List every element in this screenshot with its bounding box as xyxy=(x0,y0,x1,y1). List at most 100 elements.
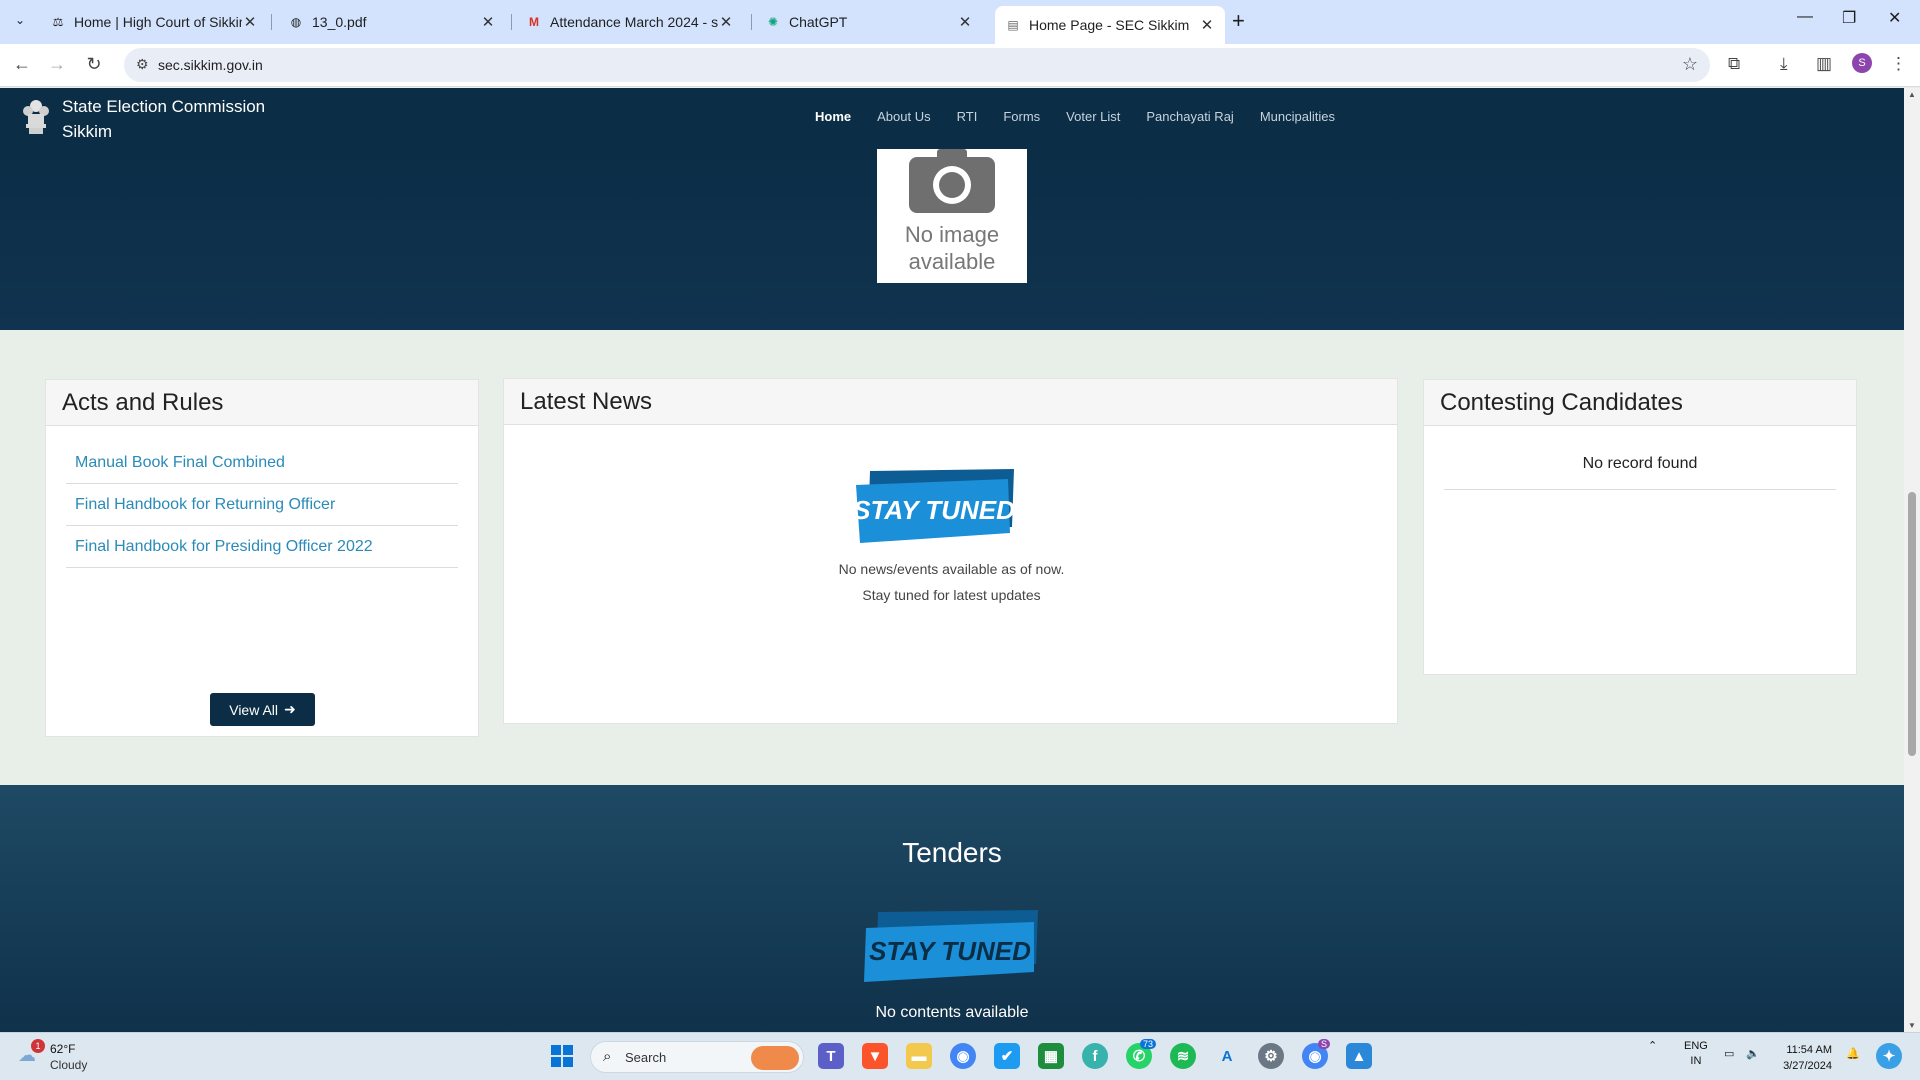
court-favicon-icon: ⚖ xyxy=(52,15,64,29)
app-icon[interactable]: f xyxy=(1082,1043,1108,1069)
weather-temp: 62°F xyxy=(50,1042,76,1056)
site-info-icon[interactable]: ⚙ xyxy=(136,56,149,73)
page-scrollbar[interactable]: ▲ ▼ xyxy=(1904,88,1920,1032)
page-favicon-icon: ▤ xyxy=(1007,18,1019,32)
chrome-icon[interactable]: ◉ xyxy=(950,1043,976,1069)
scroll-up-arrow-icon[interactable]: ▲ xyxy=(1908,90,1916,99)
tab-separator xyxy=(271,14,272,30)
windows-start-icon[interactable] xyxy=(549,1043,575,1069)
network-icon[interactable]: ▭ xyxy=(1724,1047,1734,1062)
tab-gmail[interactable]: M Attendance March 2024 - sagar ✕ xyxy=(516,6,744,38)
contesting-candidates-card: Contesting Candidates No record found xyxy=(1423,379,1857,675)
extensions-icon[interactable]: ⧉ xyxy=(1728,54,1740,74)
nav-voter-list[interactable]: Voter List xyxy=(1066,109,1120,124)
nav-panchayati-raj[interactable]: Panchayati Raj xyxy=(1146,109,1233,124)
tab-search-chevron-icon[interactable]: ⌄ xyxy=(8,8,32,32)
tab-sec-sikkim[interactable]: ▤ Home Page - SEC Sikkim ✕ xyxy=(995,6,1225,44)
profile-avatar[interactable]: S xyxy=(1852,53,1872,73)
site-header: State Election Commission Sikkim Home Ab… xyxy=(0,88,1904,149)
nav-home[interactable]: Home xyxy=(815,109,851,124)
scroll-down-arrow-icon[interactable]: ▼ xyxy=(1908,1021,1916,1030)
acts-list: Manual Book Final Combined Final Handboo… xyxy=(46,426,478,568)
acts-and-rules-card: Acts and Rules Manual Book Final Combine… xyxy=(45,379,479,737)
acts-heading: Acts and Rules xyxy=(46,380,478,426)
main-nav: Home About Us RTI Forms Voter List Panch… xyxy=(815,109,1361,124)
tab-pdf[interactable]: ◍ 13_0.pdf ✕ xyxy=(278,6,506,38)
browser-tab-strip: ⌄ ⚖ Home | High Court of Sikkim ✕ ◍ 13_0… xyxy=(0,0,1920,44)
volume-icon[interactable]: 🔈 xyxy=(1746,1047,1760,1062)
whatsapp-badge: 73 xyxy=(1140,1039,1157,1049)
camera-icon xyxy=(909,149,995,213)
sheets-icon[interactable]: ▦ xyxy=(1038,1043,1064,1069)
candidates-heading: Contesting Candidates xyxy=(1424,380,1856,426)
nav-about-us[interactable]: About Us xyxy=(877,109,930,124)
show-hidden-icons-chevron[interactable]: ⌃ xyxy=(1648,1039,1657,1054)
site-title[interactable]: State Election Commission Sikkim xyxy=(62,94,265,144)
minimize-icon[interactable]: — xyxy=(1797,8,1813,26)
close-tab-icon[interactable]: ✕ xyxy=(1199,16,1215,34)
nav-muncipalities[interactable]: Muncipalities xyxy=(1260,109,1335,124)
close-tab-icon[interactable]: ✕ xyxy=(718,13,734,31)
tab-separator xyxy=(511,14,512,30)
brave-icon[interactable]: ▼ xyxy=(862,1043,888,1069)
spotify-icon[interactable]: ≋ xyxy=(1170,1043,1196,1069)
no-record-text: No record found xyxy=(1444,446,1836,490)
weather-condition: Cloudy xyxy=(50,1058,88,1072)
close-window-icon[interactable]: ✕ xyxy=(1888,8,1901,28)
bookmark-star-icon[interactable]: ☆ xyxy=(1682,54,1698,75)
news-stay-tuned-message: Stay tuned for latest updates xyxy=(862,587,1041,603)
chatgpt-favicon-icon: ✺ xyxy=(767,15,779,29)
acts-link-presiding-officer[interactable]: Final Handbook for Presiding Officer 202… xyxy=(66,526,458,568)
app-store-icon[interactable]: A xyxy=(1214,1043,1240,1069)
close-tab-icon[interactable]: ✕ xyxy=(957,13,973,31)
latest-news-card: Latest News STAY TUNED No news/events av… xyxy=(503,378,1398,724)
photos-icon[interactable]: ▲ xyxy=(1346,1043,1372,1069)
stay-tuned-banner-icon: STAY TUNED xyxy=(856,469,1015,543)
file-explorer-icon[interactable]: ▬ xyxy=(906,1043,932,1069)
close-tab-icon[interactable]: ✕ xyxy=(242,13,258,31)
back-arrow-icon[interactable]: ← xyxy=(10,54,34,75)
close-tab-icon[interactable]: ✕ xyxy=(480,13,496,31)
system-clock[interactable]: 11:54 AM 3/27/2024 xyxy=(1770,1042,1832,1074)
address-bar[interactable]: ⚙ sec.sikkim.gov.in ☆ xyxy=(124,48,1710,82)
copilot-icon[interactable]: ✦ xyxy=(1876,1043,1902,1069)
tab-chatgpt[interactable]: ✺ ChatGPT ✕ xyxy=(755,6,983,38)
search-icon: ⌕ xyxy=(603,1048,612,1065)
nav-forms[interactable]: Forms xyxy=(1003,109,1040,124)
weather-badge: 1 xyxy=(31,1039,45,1053)
stay-tuned-banner-icon: STAY TUNED xyxy=(864,910,1038,982)
new-tab-button[interactable]: + xyxy=(1232,8,1245,34)
news-empty-message: No news/events available as of now. xyxy=(838,561,1065,577)
reload-icon[interactable]: ↻ xyxy=(82,54,106,75)
url-text[interactable]: sec.sikkim.gov.in xyxy=(158,57,263,73)
arrow-right-icon: ➜ xyxy=(284,701,296,717)
notification-bell-icon[interactable]: 🔔 xyxy=(1846,1047,1860,1062)
acts-link-returning-officer[interactable]: Final Handbook for Returning Officer xyxy=(66,484,458,526)
acts-link-manual-book[interactable]: Manual Book Final Combined xyxy=(66,442,458,484)
language-indicator[interactable]: ENG IN xyxy=(1684,1039,1708,1069)
taskbar-search-box[interactable]: ⌕ Search xyxy=(590,1041,804,1073)
scrollbar-thumb[interactable] xyxy=(1908,492,1916,756)
twitter-icon[interactable]: ✔ xyxy=(994,1043,1020,1069)
svg-text:STAY TUNED: STAY TUNED xyxy=(869,936,1031,966)
nav-rti[interactable]: RTI xyxy=(957,109,978,124)
view-all-button[interactable]: View All ➜ xyxy=(210,693,315,726)
tenders-section: Tenders STAY TUNED No contents available xyxy=(0,785,1904,1032)
download-icon[interactable]: ⤓ xyxy=(1780,54,1788,74)
windows-taskbar: ☁ 1 62°F Cloudy ⌕ Search T ▼ ▬ ◉ ✔ ▦ f ✆… xyxy=(0,1032,1920,1080)
restore-icon[interactable]: ❐ xyxy=(1842,8,1856,28)
windows-logo-icon xyxy=(551,1045,573,1067)
settings-gear-icon[interactable]: ⚙ xyxy=(1258,1043,1284,1069)
page-viewport: State Election Commission Sikkim Home Ab… xyxy=(0,88,1904,1032)
menu-kebab-icon[interactable]: ⋮ xyxy=(1890,54,1907,74)
forward-arrow-icon[interactable]: → xyxy=(45,54,69,75)
tab-high-court[interactable]: ⚖ Home | High Court of Sikkim ✕ xyxy=(40,6,268,38)
chrome-profile-badge: S xyxy=(1318,1039,1331,1049)
tenders-empty-text: No contents available xyxy=(875,1004,1029,1021)
teams-icon[interactable]: T xyxy=(818,1043,844,1069)
side-panel-icon[interactable]: ▥ xyxy=(1816,54,1832,74)
national-emblem-icon xyxy=(23,100,49,134)
gmail-favicon-icon: M xyxy=(529,15,539,29)
search-highlight-art-icon xyxy=(751,1046,799,1070)
tenders-heading: Tenders xyxy=(902,837,1002,868)
